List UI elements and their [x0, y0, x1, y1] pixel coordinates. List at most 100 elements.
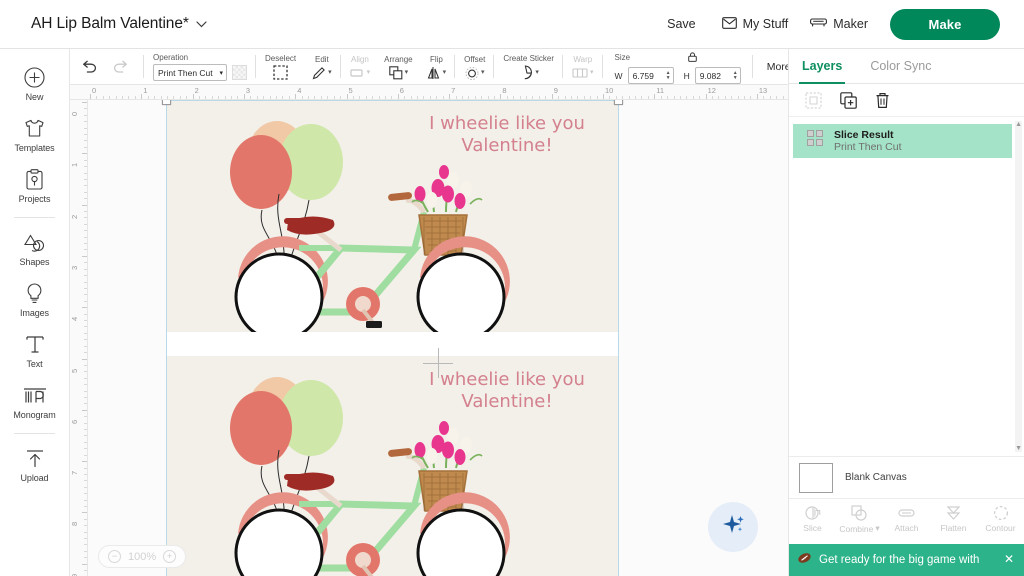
- deselect-icon: [273, 65, 288, 80]
- ruler-tick: [84, 519, 87, 520]
- tab-color-sync[interactable]: Color Sync: [867, 49, 934, 83]
- height-stepper[interactable]: ▲▼: [733, 71, 739, 81]
- zoom-control[interactable]: − 100% +: [98, 545, 186, 568]
- ruler-tick: [507, 96, 508, 99]
- ruler-tick: [539, 96, 540, 99]
- ruler-tick-label: 12: [708, 86, 716, 95]
- ruler-tick: [84, 365, 87, 366]
- create-sticker-icon: ▾: [518, 65, 539, 80]
- duplicate-icon[interactable]: [840, 92, 857, 109]
- document-title-area[interactable]: AH Lip Balm Valentine*: [0, 15, 207, 33]
- sparkle-ai-icon: [720, 512, 746, 543]
- ruler-tick: [391, 96, 392, 99]
- vertical-ruler: 0123456789: [70, 100, 88, 576]
- ruler-tick: [218, 96, 219, 99]
- align-button[interactable]: Align ▾: [350, 49, 371, 84]
- sidebar-item-shapes[interactable]: Shapes: [0, 224, 69, 274]
- ruler-tick: [84, 108, 87, 109]
- group-icon[interactable]: [805, 92, 822, 109]
- design-board[interactable]: I wheelie like you Valentine!: [88, 100, 788, 576]
- scroll-down-arrow-icon[interactable]: ▼: [1015, 445, 1022, 452]
- ruler-tick: [680, 96, 681, 99]
- offset-button[interactable]: Offset ▾: [464, 49, 485, 84]
- canvas-color-swatch[interactable]: [799, 463, 833, 493]
- sidebar-item-text[interactable]: Text: [0, 326, 69, 376]
- ruler-tick: [84, 397, 87, 398]
- combine-button[interactable]: Combine▾: [838, 504, 882, 534]
- sidebar-item-images[interactable]: Images: [0, 275, 69, 325]
- ruler-tick: [423, 96, 424, 99]
- undo-icon[interactable]: [80, 60, 97, 74]
- canvas-area[interactable]: 012345678910111213 0123456789: [70, 85, 788, 576]
- lock-closed-icon[interactable]: [688, 49, 697, 67]
- operation-select[interactable]: Print Then Cut ▾: [153, 64, 227, 81]
- width-prefix: W: [615, 71, 623, 81]
- ruler-tick: [84, 429, 87, 430]
- edit-button[interactable]: Edit ▾: [312, 49, 332, 84]
- layers-scrollbar[interactable]: [1015, 121, 1022, 452]
- ruler-tick-label: 5: [70, 368, 79, 372]
- sidebar-item-projects[interactable]: Projects: [0, 161, 69, 211]
- warp-button[interactable]: Warp ▾: [572, 49, 594, 84]
- ai-assistant-button[interactable]: [708, 502, 758, 552]
- make-button[interactable]: Make: [890, 9, 1000, 40]
- align-label: Align: [351, 54, 369, 65]
- layers-list[interactable]: Slice Result Print Then Cut ▲ ▼: [789, 117, 1024, 456]
- sidebar-item-new[interactable]: New: [0, 59, 69, 109]
- deselect-button[interactable]: Deselect: [265, 49, 296, 84]
- minus-circle-icon[interactable]: −: [108, 550, 121, 563]
- ruler-tick: [84, 474, 87, 475]
- delete-trash-icon[interactable]: [875, 92, 890, 109]
- design-card-top[interactable]: I wheelie like you Valentine!: [166, 100, 619, 332]
- contour-button[interactable]: Contour: [979, 504, 1023, 533]
- sidebar-label: Monogram: [13, 410, 55, 420]
- create-sticker-group: Create Sticker ▾: [494, 49, 563, 84]
- ruler-tick: [84, 282, 87, 283]
- ruler-tick: [314, 96, 315, 99]
- my-stuff-button[interactable]: My Stuff: [722, 17, 789, 32]
- list-item[interactable]: Slice Result Print Then Cut: [793, 124, 1012, 158]
- create-sticker-button[interactable]: Create Sticker ▾: [503, 49, 554, 84]
- chevron-down-icon[interactable]: [196, 15, 207, 33]
- ruler-tick: [545, 96, 546, 99]
- sidebar-item-upload[interactable]: Upload: [0, 440, 69, 490]
- sidebar-divider: [14, 433, 55, 434]
- ruler-tick: [398, 94, 399, 99]
- sidebar-item-templates[interactable]: Templates: [0, 110, 69, 160]
- ruler-tick-label: 6: [400, 86, 404, 95]
- operation-swatch[interactable]: [232, 65, 247, 80]
- height-value[interactable]: [700, 71, 732, 81]
- canvas-color-row[interactable]: Blank Canvas: [789, 456, 1024, 498]
- attach-button[interactable]: Attach: [885, 504, 929, 533]
- ruler-tick: [173, 96, 174, 99]
- width-stepper[interactable]: ▲▼: [666, 71, 672, 81]
- machine-selector[interactable]: Maker: [810, 17, 868, 31]
- flip-button[interactable]: Flip ▾: [427, 49, 447, 84]
- canvas-label: Blank Canvas: [845, 472, 907, 483]
- select-edit-group: Deselect Edit ▾: [256, 49, 341, 84]
- design-card-bottom[interactable]: I wheelie like you Valentine!: [166, 356, 619, 576]
- width-value[interactable]: [633, 71, 665, 81]
- contour-label: Contour: [985, 523, 1015, 533]
- slice-button[interactable]: Slice: [791, 504, 835, 533]
- redo-icon[interactable]: [113, 60, 130, 74]
- flatten-button[interactable]: Flatten: [932, 504, 976, 533]
- ruler-tick: [449, 94, 450, 99]
- plus-circle-icon[interactable]: +: [163, 550, 176, 563]
- tab-layers[interactable]: Layers: [799, 49, 845, 83]
- arrange-button[interactable]: Arrange ▾: [384, 49, 412, 84]
- close-x-icon[interactable]: ✕: [1004, 553, 1014, 565]
- ruler-tick: [82, 512, 87, 513]
- promo-banner[interactable]: Get ready for the big game with ✕: [789, 544, 1024, 576]
- width-input[interactable]: ▲▼: [628, 67, 674, 84]
- save-button[interactable]: Save: [667, 17, 696, 31]
- bicycle-illustration: I wheelie like you Valentine!: [166, 100, 619, 332]
- height-input[interactable]: ▲▼: [695, 67, 741, 84]
- ruler-tick: [590, 96, 591, 99]
- mat-area: I wheelie like you Valentine!: [166, 100, 619, 576]
- scroll-up-arrow-icon[interactable]: ▲: [1015, 121, 1022, 128]
- ruler-tick: [84, 262, 87, 263]
- ruler-tick: [629, 96, 630, 99]
- sidebar-item-monogram[interactable]: Monogram: [0, 377, 69, 427]
- ruler-tick: [738, 96, 739, 99]
